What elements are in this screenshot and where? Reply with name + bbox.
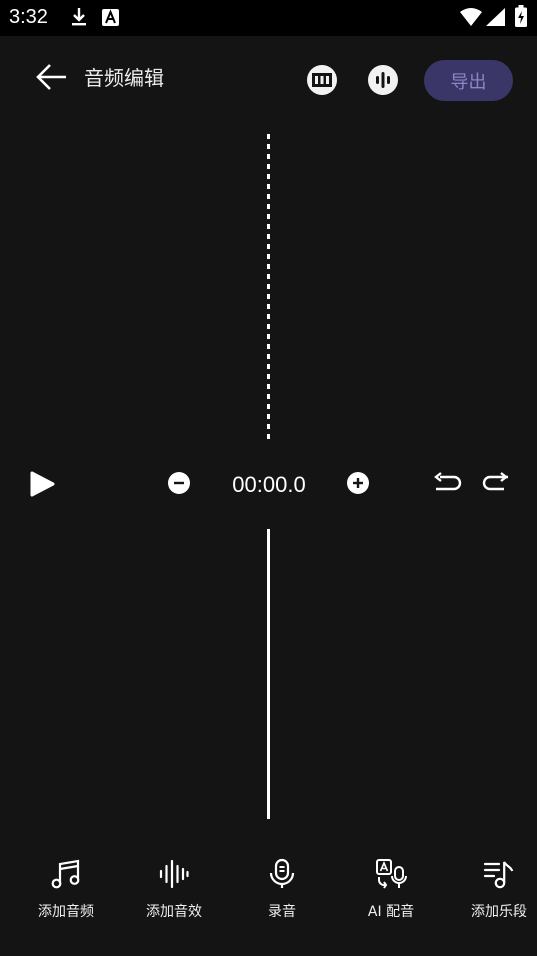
music-list-icon xyxy=(483,861,514,889)
play-button[interactable] xyxy=(28,470,56,502)
zoom-out-button[interactable] xyxy=(168,472,190,494)
plus-icon xyxy=(353,478,363,488)
record-button[interactable]: 录音 xyxy=(237,855,327,921)
playback-controls: 00:00.0 xyxy=(0,462,537,508)
arrow-left-icon xyxy=(36,64,66,90)
battery-icon xyxy=(515,5,527,31)
zoom-in-button[interactable] xyxy=(347,472,369,494)
audio-effect-button[interactable] xyxy=(368,65,398,95)
export-button[interactable]: 导出 xyxy=(424,60,513,101)
app-bar: 音频编辑 导出 xyxy=(0,36,537,122)
add-music-segment-label: 添加乐段 xyxy=(471,904,527,920)
subtitle-button[interactable] xyxy=(307,65,337,95)
add-sound-effect-button[interactable]: 添加音效 xyxy=(129,855,219,921)
page-title: 音频编辑 xyxy=(84,66,164,90)
ai-voice-label: AI 配音 xyxy=(367,904,415,920)
redo-button[interactable] xyxy=(480,472,510,500)
microphone-icon xyxy=(269,858,295,888)
redo-icon xyxy=(482,472,508,491)
download-icon xyxy=(70,7,88,31)
bottom-toolbar: 添加音频 添加音效 录音 AI 配音 添加乐段 xyxy=(0,855,537,935)
music-note-icon xyxy=(51,859,80,889)
add-audio-label: 添加音频 xyxy=(38,904,94,920)
undo-button[interactable] xyxy=(432,472,462,500)
add-audio-button[interactable]: 添加音频 xyxy=(21,855,111,921)
caption-icon xyxy=(312,73,332,87)
timeline-playhead[interactable] xyxy=(267,529,270,819)
status-time: 3:32 xyxy=(9,6,48,28)
waveform-cursor xyxy=(267,134,270,440)
timecode: 00:00.0 xyxy=(232,472,306,497)
back-button[interactable] xyxy=(32,60,72,94)
undo-icon xyxy=(434,472,462,491)
signal-icon xyxy=(486,8,505,30)
record-label: 录音 xyxy=(268,904,296,920)
status-bar: 3:32 xyxy=(0,0,537,36)
add-sound-effect-label: 添加音效 xyxy=(146,904,202,920)
sound-wave-icon xyxy=(159,859,189,889)
add-music-segment-button[interactable]: 添加乐段 xyxy=(454,855,537,921)
audio-bars-icon xyxy=(376,72,390,88)
play-icon xyxy=(30,471,55,497)
ai-voice-button[interactable]: AI 配音 xyxy=(346,855,436,921)
minus-icon xyxy=(174,481,184,485)
wifi-icon xyxy=(460,8,482,30)
app-notification-icon xyxy=(102,9,119,30)
ai-voice-icon xyxy=(376,859,407,889)
